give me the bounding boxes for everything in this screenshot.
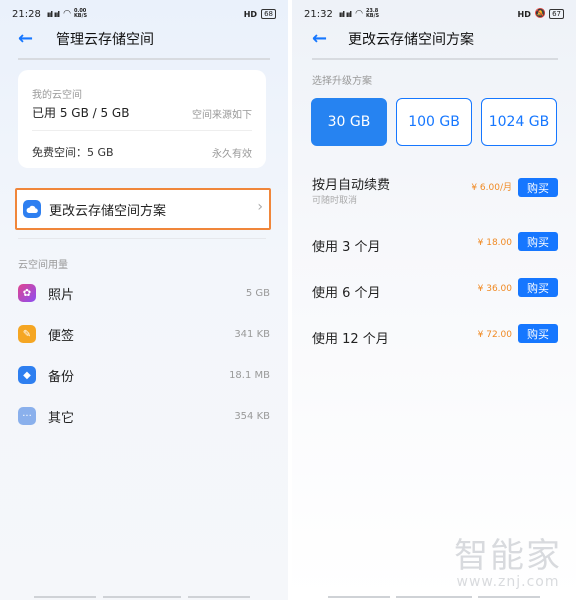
- purchase-option-6-months: 使用 6 个月 ¥ 36.00 购买: [312, 274, 558, 308]
- nav-handle: [188, 596, 250, 598]
- purchase-price: ¥ 6.00/月: [471, 183, 512, 193]
- nav-handle: [103, 596, 181, 598]
- purchase-price: ¥ 72.00: [477, 330, 512, 340]
- purchase-label: 使用 12 个月: [312, 332, 389, 347]
- watermark-main: 智能家: [454, 536, 562, 576]
- network-rate: 0.00 KB/S: [73, 8, 88, 19]
- buy-button[interactable]: 购买: [518, 178, 558, 197]
- storage-heading: 我的云空间: [32, 90, 82, 101]
- usage-heading: 云空间用量: [18, 260, 68, 271]
- free-space-label: 免费空间：5 GB: [32, 146, 114, 159]
- usage-item-backup[interactable]: ◆ 备份 18.1 MB: [18, 360, 270, 390]
- card-divider: [32, 130, 252, 131]
- usage-item-photos[interactable]: ✿ 照片 5 GB: [18, 278, 270, 308]
- plan-option-30gb[interactable]: 30 GB: [311, 98, 387, 146]
- status-bar: 21:32 ııl ııl ◠ 23.8 KB/S HD 🔕 67: [304, 6, 564, 22]
- purchase-option-3-months: 使用 3 个月 ¥ 18.00 购买: [312, 228, 558, 262]
- change-plan-button[interactable]: 更改云存储空间方案 ›: [15, 188, 271, 230]
- photos-icon: ✿: [18, 284, 36, 302]
- usage-item-label: 照片: [48, 287, 75, 303]
- purchase-price: ¥ 36.00: [477, 284, 512, 294]
- watermark: 智能家 www.znj.com: [454, 538, 562, 590]
- plan-option-100gb[interactable]: 100 GB: [396, 98, 472, 146]
- status-time: 21:28: [12, 8, 41, 20]
- nav-handle: [478, 596, 540, 598]
- watermark-url: www.znj.com: [456, 574, 560, 590]
- purchase-label: 使用 3 个月: [312, 240, 381, 255]
- purchase-option-12-months: 使用 12 个月 ¥ 72.00 购买: [312, 320, 558, 354]
- usage-item-value: 5 GB: [245, 287, 270, 299]
- section-divider: [18, 238, 266, 239]
- network-rate: 23.8 KB/S: [365, 8, 380, 19]
- storage-source[interactable]: 空间来源如下: [192, 106, 252, 121]
- purchase-option-monthly: 按月自动续费 可随时取消 ¥ 6.00/月 购买: [312, 170, 558, 206]
- usage-item-value: 18.1 MB: [229, 369, 270, 381]
- left-screen: 21:28 ııl ııl ◠ 0.00 KB/S HD 68 ← 管理云存储空…: [0, 0, 288, 600]
- usage-item-label: 便签: [48, 328, 75, 344]
- hd-indicator: HD: [243, 9, 258, 19]
- usage-item-label: 其它: [48, 410, 75, 426]
- purchase-price: ¥ 18.00: [477, 238, 512, 248]
- usage-item-value: 354 KB: [234, 410, 270, 422]
- change-plan-label: 更改云存储空间方案: [49, 204, 167, 219]
- usage-item-other[interactable]: ··· 其它 354 KB: [18, 401, 270, 431]
- wifi-icon: ◠: [63, 9, 71, 19]
- status-bar: 21:28 ııl ııl ◠ 0.00 KB/S HD 68: [12, 6, 276, 22]
- hd-indicator: HD: [517, 9, 531, 19]
- buy-button[interactable]: 购买: [518, 324, 558, 343]
- battery-icon: 68: [261, 9, 276, 19]
- free-space-term: 永久有效: [212, 149, 252, 160]
- notes-icon: ✎: [18, 325, 36, 343]
- signal-icon: ııl ııl: [46, 9, 60, 19]
- purchase-sub: 可随时取消: [312, 196, 358, 206]
- plans-heading: 选择升级方案: [312, 76, 372, 87]
- buy-button[interactable]: 购买: [518, 232, 558, 251]
- arrow-left-icon[interactable]: ←: [18, 28, 33, 50]
- cloud-icon: [23, 200, 41, 218]
- page-title: 更改云存储空间方案: [348, 32, 474, 48]
- backup-icon: ◆: [18, 366, 36, 384]
- page-header: ← 更改云存储空间方案: [292, 28, 576, 52]
- nav-handle: [34, 596, 96, 598]
- more-icon: ···: [18, 407, 36, 425]
- usage-item-notes[interactable]: ✎ 便签 341 KB: [18, 319, 270, 349]
- purchase-label: 使用 6 个月: [312, 286, 381, 301]
- usage-item-value: 341 KB: [234, 328, 270, 340]
- wifi-icon: ◠: [355, 9, 363, 19]
- purchase-label: 按月自动续费: [312, 178, 391, 193]
- buy-button[interactable]: 购买: [518, 278, 558, 297]
- arrow-left-icon[interactable]: ←: [312, 28, 327, 50]
- signal-icon: ııl ııl: [338, 9, 352, 19]
- nav-handle: [396, 596, 472, 598]
- header-divider: [18, 58, 270, 60]
- status-time: 21:32: [304, 8, 333, 20]
- page-header: ← 管理云存储空间: [0, 28, 288, 52]
- storage-used: 已用 5 GB / 5 GB: [32, 106, 130, 120]
- page-title: 管理云存储空间: [56, 32, 154, 48]
- nav-handle: [328, 596, 390, 598]
- storage-card: 我的云空间 已用 5 GB / 5 GB 空间来源如下 免费空间：5 GB 永久…: [18, 70, 266, 168]
- usage-item-label: 备份: [48, 369, 75, 385]
- mute-icon: 🔕: [534, 9, 547, 19]
- right-screen: 21:32 ııl ııl ◠ 23.8 KB/S HD 🔕 67 ← 更改云存…: [292, 0, 576, 600]
- chevron-right-icon: ›: [257, 199, 263, 215]
- plan-option-1024gb[interactable]: 1024 GB: [481, 98, 557, 146]
- header-divider: [312, 58, 558, 60]
- battery-icon: 67: [549, 9, 564, 19]
